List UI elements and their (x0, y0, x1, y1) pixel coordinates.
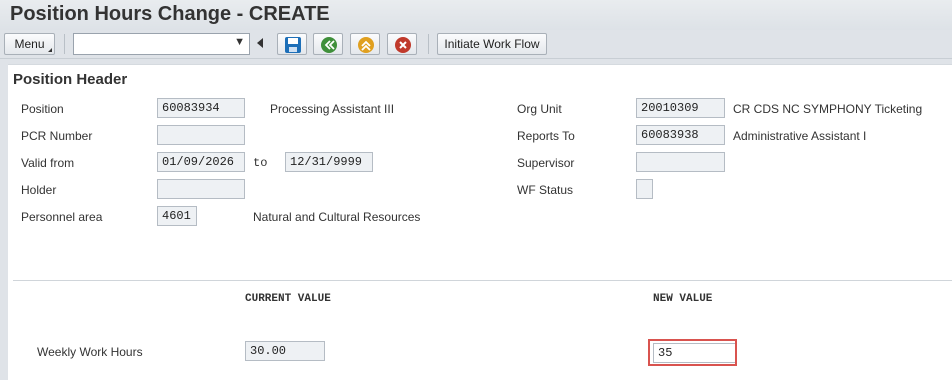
title-bar: Position Hours Change - CREATE (0, 0, 952, 30)
initiate-work-flow-button[interactable]: Initiate Work Flow (437, 33, 547, 55)
save-icon (285, 37, 301, 53)
reports-to-field[interactable]: 60083938 (636, 125, 725, 145)
holder-label: Holder (21, 183, 57, 197)
toolbar-separator (64, 34, 65, 54)
wf-status-field[interactable] (636, 179, 653, 199)
supervisor-label: Supervisor (517, 156, 575, 170)
current-value-header: CURRENT VALUE (245, 293, 331, 305)
position-label: Position (21, 102, 64, 116)
divider (13, 280, 952, 281)
valid-from-field[interactable]: 01/09/2026 (157, 152, 245, 172)
pcr-number-label: PCR Number (21, 129, 93, 143)
position-description: Processing Assistant III (270, 102, 395, 116)
holder-field[interactable] (157, 179, 245, 199)
pcr-number-field[interactable] (157, 125, 245, 145)
personnel-area-label: Personnel area (21, 210, 103, 224)
section-title: Position Header (13, 71, 128, 88)
menu-corner-icon (48, 48, 52, 52)
save-button[interactable] (277, 33, 307, 55)
org-unit-description: CR CDS NC SYMPHONY Ticketing (733, 102, 923, 116)
chevron-down-icon[interactable]: ▼ (234, 36, 245, 48)
back-button[interactable] (313, 33, 343, 55)
position-field[interactable]: 60083934 (157, 98, 245, 118)
menu-label: Menu (14, 37, 45, 51)
exit-icon (358, 37, 374, 53)
weekly-work-hours-label: Weekly Work Hours (37, 345, 143, 359)
personnel-area-field[interactable]: 4601 (157, 206, 197, 226)
exit-button[interactable] (350, 33, 380, 55)
weekly-hours-current-field: 30.00 (245, 341, 325, 361)
wf-status-label: WF Status (517, 183, 574, 197)
cancel-button[interactable] (387, 33, 417, 55)
reports-to-label: Reports To (517, 129, 575, 143)
reports-to-description: Administrative Assistant I (733, 129, 867, 143)
back-icon (321, 37, 337, 53)
supervisor-field[interactable] (636, 152, 725, 172)
execute-arrow-icon[interactable] (257, 38, 263, 48)
highlight-box (648, 339, 737, 366)
valid-to-field[interactable]: 12/31/9999 (285, 152, 373, 172)
new-value-header: NEW VALUE (653, 293, 713, 305)
toolbar: Menu ▼ Initiate Work Flow (0, 30, 952, 59)
position-header-panel: Position Header Position 60083934 Proces… (8, 64, 952, 380)
personnel-area-description: Natural and Cultural Resources (253, 210, 421, 224)
command-field[interactable]: ▼ (73, 33, 250, 55)
toolbar-separator (428, 34, 429, 54)
org-unit-label: Org Unit (517, 102, 562, 116)
menu-button[interactable]: Menu (4, 33, 55, 55)
org-unit-field[interactable]: 20010309 (636, 98, 725, 118)
valid-to-label: to (253, 156, 268, 170)
page-title: Position Hours Change - CREATE (10, 3, 330, 25)
valid-from-label: Valid from (21, 156, 75, 170)
cancel-icon (395, 37, 411, 53)
